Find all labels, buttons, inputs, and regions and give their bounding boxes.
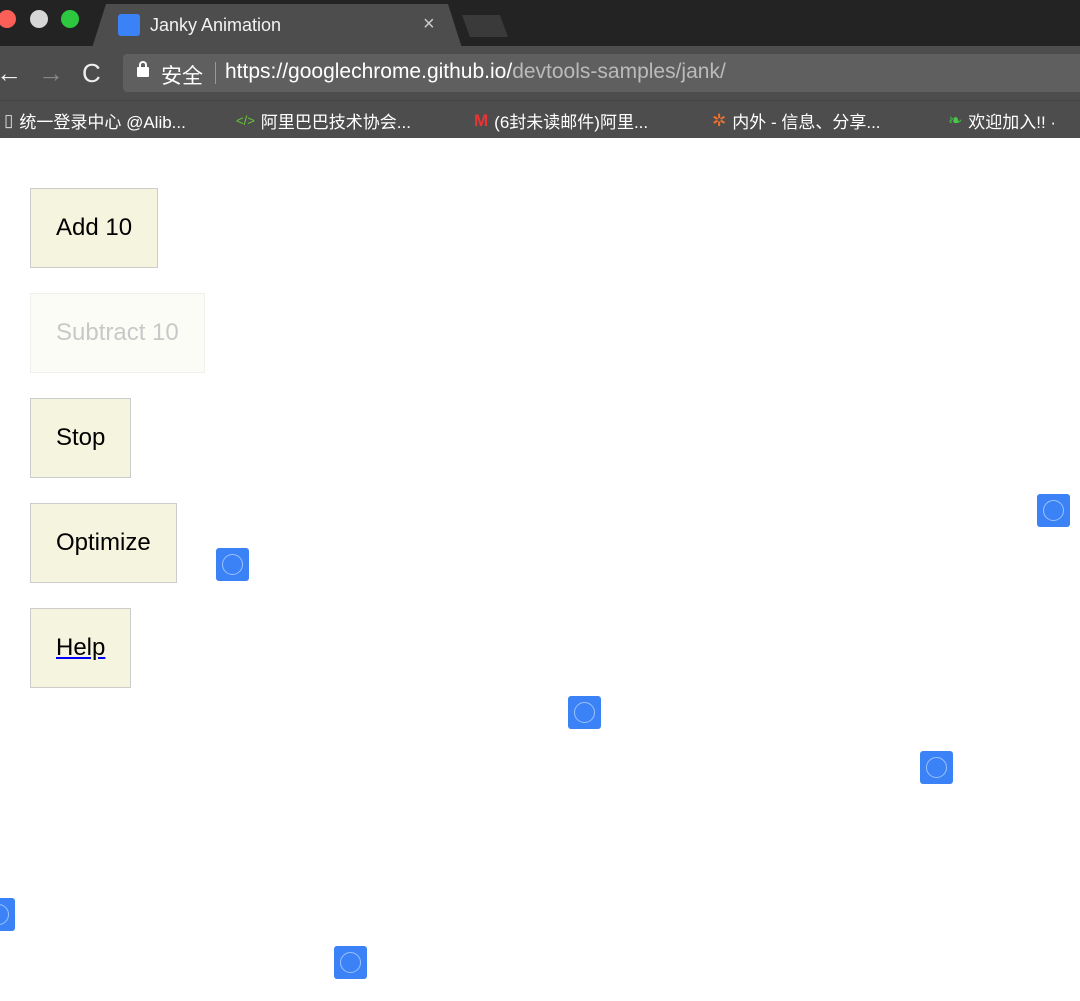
mail-icon: M <box>474 110 489 130</box>
bookmark-item[interactable]: ❧ 欢迎加入!! · <box>948 108 1056 133</box>
bookmark-label: 阿里巴巴技术协会... <box>260 113 411 132</box>
url-path: devtools-samples/jank/ <box>512 60 726 83</box>
forward-icon[interactable]: → <box>38 58 64 89</box>
star-logo-icon: ✲ <box>712 110 727 130</box>
bird-icon: ❧ <box>948 110 963 130</box>
bookmark-item[interactable]: ▯ 统一登录中心 @Alib... <box>4 108 186 133</box>
bookmarks-bar: ▯ 统一登录中心 @Alib... </> 阿里巴巴技术协会... M (6封未读邮件… <box>0 100 1080 138</box>
toolbar: ← → C 安全 https://googlechrome.github.io/… <box>0 46 1080 100</box>
button-label: Stop <box>56 424 106 451</box>
optimize-button[interactable]: Optimize <box>30 503 177 583</box>
button-label: Optimize <box>56 529 151 556</box>
tab-close-icon[interactable]: × <box>423 13 435 36</box>
chrome-logo-icon <box>0 898 15 931</box>
tab-title: Janky Animation <box>150 15 282 35</box>
subtract-10-button: Subtract 10 <box>30 293 205 373</box>
bookmark-label: 内外 - 信息、分享... <box>732 113 881 132</box>
close-window-button[interactable] <box>0 10 16 28</box>
button-label: Add 10 <box>56 214 133 241</box>
help-link: Help <box>56 634 106 661</box>
bookmark-item[interactable]: </> 阿里巴巴技术协会... <box>236 108 411 133</box>
new-tab-button[interactable] <box>462 15 508 37</box>
chrome-logo-icon <box>216 548 249 581</box>
chrome-logo-icon <box>568 696 601 729</box>
divider <box>215 62 216 84</box>
chrome-logo-icon <box>920 751 953 784</box>
button-label: Subtract 10 <box>56 319 179 346</box>
help-button[interactable]: Help <box>30 608 132 688</box>
stop-button[interactable]: Stop <box>30 398 132 478</box>
bookmark-item[interactable]: ✲ 内外 - 信息、分享... <box>712 108 881 133</box>
secure-label: 安全 <box>161 65 203 88</box>
chrome-logo-icon <box>1037 494 1070 527</box>
maximize-window-button[interactable] <box>61 10 79 28</box>
url-text[interactable]: https://googlechrome.github.io/devtools-… <box>225 60 726 84</box>
minimize-window-button[interactable] <box>30 10 48 28</box>
tab-janky-animation[interactable]: Janky Animation × <box>92 4 462 48</box>
bookmark-label: 统一登录中心 @Alib... <box>19 113 186 132</box>
address-bar[interactable]: 安全 https://googlechrome.github.io/devtoo… <box>123 54 1080 92</box>
back-icon[interactable]: ← <box>0 58 22 89</box>
chrome-logo-icon <box>334 946 367 979</box>
bookmark-item[interactable]: M (6封未读邮件)阿里... <box>474 108 648 133</box>
code-icon: </> <box>236 113 255 128</box>
bookmark-label: (6封未读邮件)阿里... <box>494 113 649 132</box>
favicon-icon <box>118 14 140 36</box>
add-10-button[interactable]: Add 10 <box>30 188 159 268</box>
tab-strip: Janky Animation × <box>0 0 1080 48</box>
bookmark-label: 欢迎加入!! · <box>968 113 1057 132</box>
page-icon: ▯ <box>4 110 14 130</box>
url-host: https://googlechrome.github.io/ <box>225 60 513 83</box>
lock-icon <box>137 61 149 77</box>
reload-icon[interactable]: C <box>82 58 101 89</box>
